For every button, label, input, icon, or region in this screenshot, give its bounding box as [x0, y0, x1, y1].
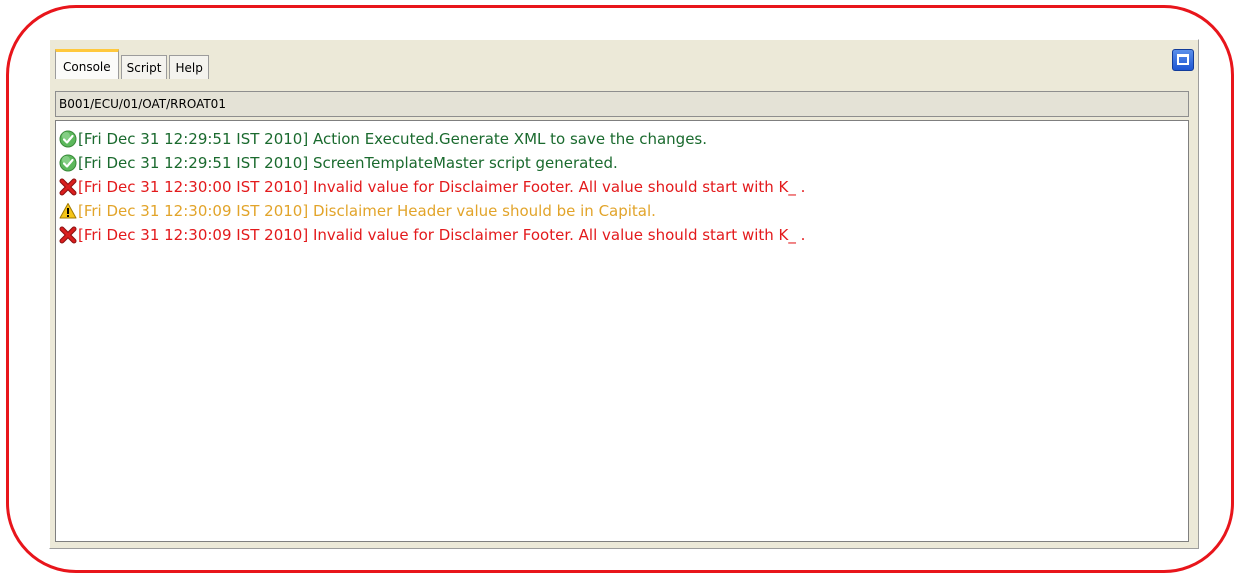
console-output[interactable]: [Fri Dec 31 12:29:51 IST 2010] Action Ex…: [55, 120, 1189, 542]
check-circle-icon: [59, 154, 77, 172]
log-text: [Fri Dec 31 12:30:00 IST 2010] Invalid v…: [78, 178, 806, 196]
log-text: [Fri Dec 31 12:29:51 IST 2010] Action Ex…: [78, 130, 708, 148]
check-circle-icon: [59, 130, 77, 148]
log-line: [Fri Dec 31 12:30:00 IST 2010] Invalid v…: [56, 175, 1188, 199]
error-x-icon: [59, 178, 77, 196]
log-line: [Fri Dec 31 12:29:51 IST 2010] Action Ex…: [56, 127, 1188, 151]
tab-console[interactable]: Console: [55, 49, 119, 79]
path-bar: B001/ECU/01/OAT/RROAT01: [55, 91, 1189, 117]
log-text: [Fri Dec 31 12:29:51 IST 2010] ScreenTem…: [78, 154, 618, 172]
warning-triangle-icon: [59, 203, 77, 219]
maximize-button[interactable]: [1172, 49, 1194, 71]
log-line: [Fri Dec 31 12:30:09 IST 2010] Disclaime…: [56, 199, 1188, 223]
maximize-icon: [1177, 54, 1189, 65]
tab-script[interactable]: Script: [120, 55, 168, 79]
console-panel: Console Script Help B001/ECU/01/OAT/RROA…: [49, 39, 1199, 549]
log-line: [Fri Dec 31 12:30:09 IST 2010] Invalid v…: [56, 223, 1188, 247]
log-text: [Fri Dec 31 12:30:09 IST 2010] Invalid v…: [78, 226, 806, 244]
tab-bar: Console Script Help: [55, 49, 211, 79]
log-text: [Fri Dec 31 12:30:09 IST 2010] Disclaime…: [78, 202, 656, 220]
error-x-icon: [59, 226, 77, 244]
tab-help[interactable]: Help: [169, 55, 209, 79]
log-line: [Fri Dec 31 12:29:51 IST 2010] ScreenTem…: [56, 151, 1188, 175]
